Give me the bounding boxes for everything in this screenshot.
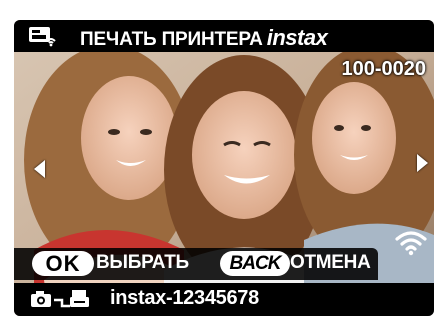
camera-screen: ПЕЧАТЬ ПРИНТЕРА instax 100-0020 OK ВЫБРАТ…: [14, 20, 434, 316]
ok-button[interactable]: OK: [32, 251, 94, 276]
select-label: ВЫБРАТЬ: [96, 252, 189, 273]
wifi-icon: [395, 231, 427, 256]
brand-name: instax: [266, 25, 328, 50]
operation-bar: OK ВЫБРАТЬ BACK ОТМЕНА: [14, 248, 378, 280]
status-bar: instax-12345678: [14, 283, 434, 316]
printer-name: instax-12345678: [110, 287, 259, 309]
arrow-right-icon[interactable]: [417, 154, 428, 172]
back-button[interactable]: BACK: [220, 251, 290, 276]
screen-title: ПЕЧАТЬ ПРИНТЕРА instax: [80, 25, 328, 50]
camera-to-printer-icon: [31, 290, 89, 308]
frame-number: 100-0020: [341, 58, 426, 80]
title-bar: ПЕЧАТЬ ПРИНТЕРА instax: [14, 20, 434, 52]
cancel-label: ОТМЕНА: [290, 252, 371, 273]
printer-wifi-icon: [29, 27, 56, 47]
arrow-left-icon[interactable]: [34, 160, 45, 178]
